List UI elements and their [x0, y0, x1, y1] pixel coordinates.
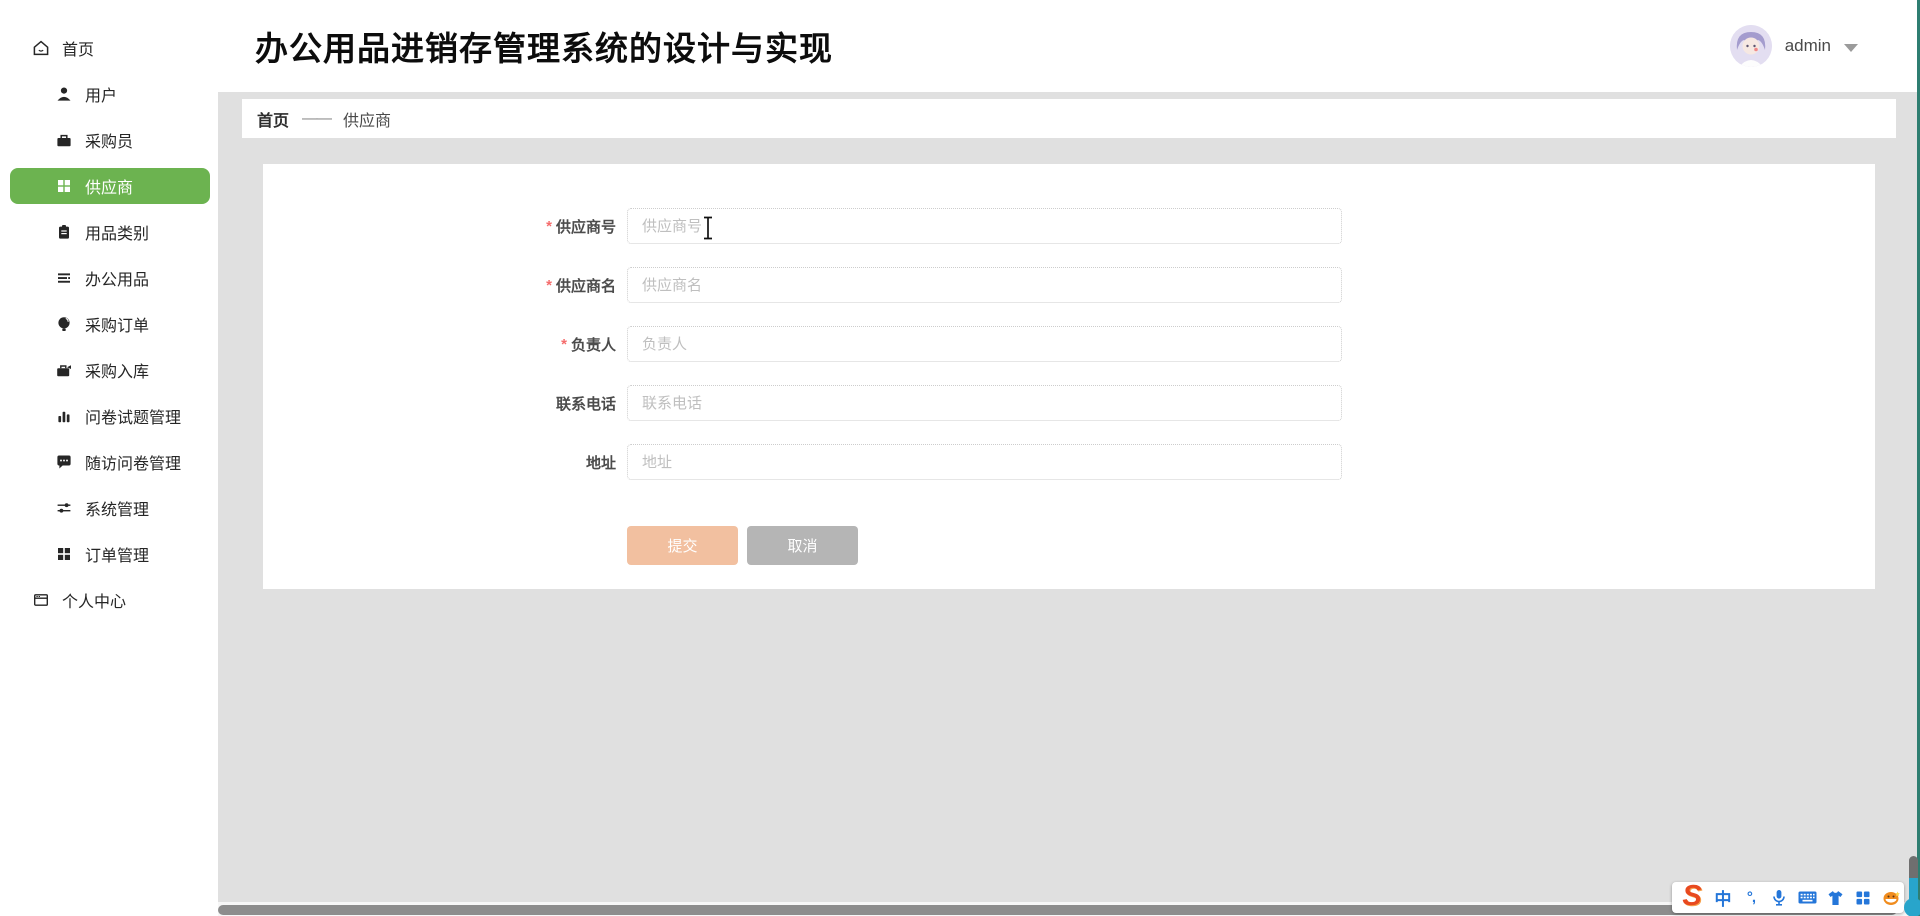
sidebar-item-label: 首页: [62, 36, 94, 60]
ime-toolbar: S 中 °,: [1672, 882, 1904, 913]
sidebar-item-purchase-orders[interactable]: 采购订单: [0, 301, 218, 347]
user-icon: [56, 86, 72, 102]
field-contact-phone: 联系电话: [263, 385, 1875, 421]
sidebar-item-purchasers[interactable]: 采购员: [0, 117, 218, 163]
breadcrumb-separator: ——: [302, 110, 330, 128]
grid-icon: [56, 178, 72, 194]
supplier-form-card: *供应商号 *供应商名 *负责人 联系电话 地址 提交 取消: [263, 164, 1875, 589]
toolbox-icon[interactable]: [1853, 885, 1873, 911]
supplier-form: *供应商号 *供应商名 *负责人 联系电话 地址 提交 取消: [263, 164, 1875, 565]
sidebar-item-users[interactable]: 用户: [0, 71, 218, 117]
sidebar-item-label: 用户: [85, 82, 117, 106]
breadcrumb-home-link[interactable]: 首页: [257, 107, 289, 131]
sidebar-item-label: 用品类别: [85, 220, 149, 244]
emoji-icon[interactable]: [1881, 885, 1901, 911]
scrubber-handle[interactable]: [1904, 898, 1920, 916]
window-icon: [33, 592, 49, 608]
supplier-name-input[interactable]: [627, 267, 1342, 303]
bag-flag-icon: [56, 362, 72, 378]
screen: 办公用品进销存管理系统的设计与实现 admin 首页: [0, 0, 1920, 916]
sidebar-item-purchase-inbound[interactable]: 采购入库: [0, 347, 218, 393]
vertical-scrubber[interactable]: [1904, 856, 1920, 916]
breadcrumb: 首页 —— 供应商: [242, 99, 1896, 138]
sidebar: 首页 用户 采购员 供应商 用品类别 办公用品 采购订单 采购入库: [0, 0, 218, 916]
briefcase-icon: [56, 132, 72, 148]
person-in-charge-input[interactable]: [627, 326, 1342, 362]
squares-icon: [56, 546, 72, 562]
field-label: 供应商号: [556, 216, 616, 237]
home-icon: [33, 40, 49, 56]
username-label: admin: [1785, 36, 1831, 56]
required-asterisk: *: [546, 218, 552, 235]
sidebar-item-personal-center[interactable]: 个人中心: [0, 577, 218, 623]
chat-bubble-icon: [56, 454, 72, 470]
avatar[interactable]: [1730, 25, 1772, 67]
sidebar-item-system-management[interactable]: 系统管理: [0, 485, 218, 531]
sidebar-item-office-supplies[interactable]: 办公用品: [0, 255, 218, 301]
keyboard-icon[interactable]: [1797, 885, 1817, 911]
field-label: 地址: [586, 452, 616, 473]
contact-phone-input[interactable]: [627, 385, 1342, 421]
list-icon: [56, 270, 72, 286]
clipboard-icon: [56, 224, 72, 240]
user-menu[interactable]: admin: [1730, 0, 1858, 92]
sidebar-item-label: 订单管理: [85, 542, 149, 566]
chevron-down-icon[interactable]: [1844, 44, 1858, 52]
horizontal-scrollbar-thumb[interactable]: [218, 905, 1897, 915]
sidebar-item-label: 个人中心: [62, 588, 126, 612]
sidebar-item-label: 办公用品: [85, 266, 149, 290]
supplier-id-input[interactable]: [627, 208, 1342, 244]
skin-icon[interactable]: [1825, 885, 1845, 911]
sidebar-item-suppliers[interactable]: 供应商: [10, 168, 210, 204]
sidebar-item-label: 随访问卷管理: [85, 450, 181, 474]
sidebar-item-questionnaire-questions[interactable]: 问卷试题管理: [0, 393, 218, 439]
field-label: 供应商名: [556, 275, 616, 296]
page-title: 办公用品进销存管理系统的设计与实现: [255, 22, 833, 70]
breadcrumb-current: 供应商: [343, 107, 391, 131]
required-asterisk: *: [561, 336, 567, 353]
sidebar-item-followup-questionnaires[interactable]: 随访问卷管理: [0, 439, 218, 485]
sidebar-item-label: 供应商: [85, 174, 133, 198]
field-supplier-name: *供应商名: [263, 267, 1875, 303]
field-address: 地址: [263, 444, 1875, 480]
field-supplier-id: *供应商号: [263, 208, 1875, 244]
sidebar-item-label: 系统管理: [85, 496, 149, 520]
bulb-icon: [56, 316, 72, 332]
field-label: 负责人: [571, 334, 616, 355]
scrubber-track-segment: [1909, 856, 1918, 878]
sidebar-item-order-management[interactable]: 订单管理: [0, 531, 218, 577]
form-buttons: 提交 取消: [627, 526, 1875, 565]
bar-chart-icon: [56, 408, 72, 424]
sidebar-item-label: 采购入库: [85, 358, 149, 382]
cancel-button[interactable]: 取消: [747, 526, 858, 565]
field-person-in-charge: *负责人: [263, 326, 1875, 362]
punctuation-icon[interactable]: °,: [1741, 885, 1761, 911]
required-asterisk: *: [546, 277, 552, 294]
sidebar-item-label: 采购订单: [85, 312, 149, 336]
sidebar-item-label: 问卷试题管理: [85, 404, 181, 428]
field-label: 联系电话: [556, 393, 616, 414]
top-bar: 办公用品进销存管理系统的设计与实现 admin: [218, 0, 1920, 92]
sidebar-item-supply-categories[interactable]: 用品类别: [0, 209, 218, 255]
address-input[interactable]: [627, 444, 1342, 480]
sidebar-item-home[interactable]: 首页: [0, 25, 218, 71]
microphone-icon[interactable]: [1769, 885, 1789, 911]
sidebar-item-label: 采购员: [85, 128, 133, 152]
sliders-icon: [56, 500, 72, 516]
submit-button[interactable]: 提交: [627, 526, 738, 565]
horizontal-scrollbar-track[interactable]: [218, 902, 1920, 916]
sogou-logo-icon[interactable]: S: [1679, 883, 1705, 909]
chinese-mode-icon[interactable]: 中: [1713, 885, 1733, 911]
